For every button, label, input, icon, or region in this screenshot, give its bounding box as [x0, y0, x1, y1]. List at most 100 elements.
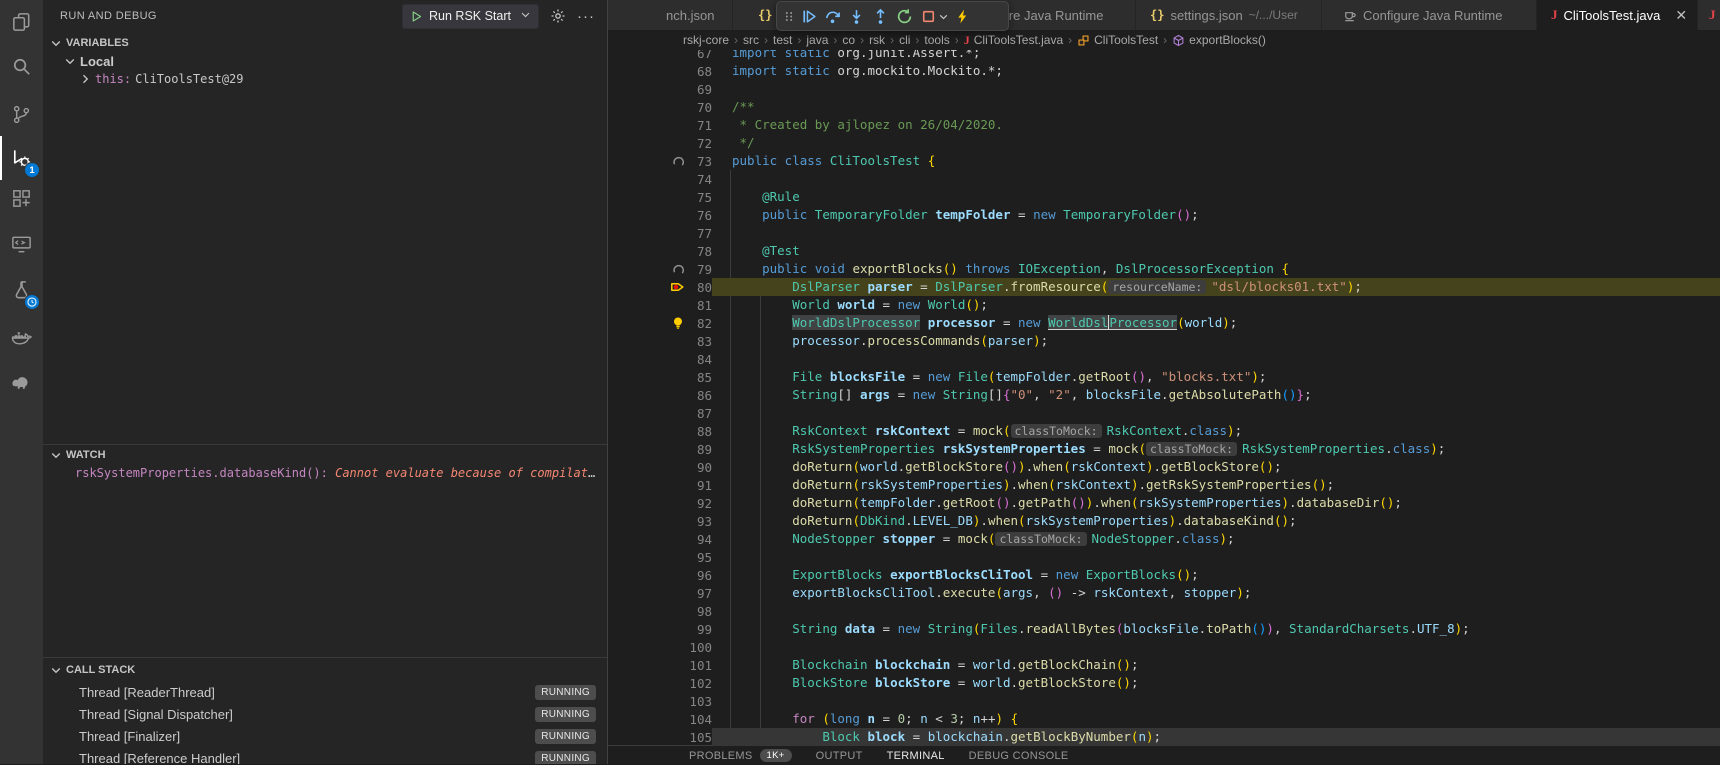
code-line[interactable]: 95 — [608, 548, 1720, 566]
breadcrumb-item[interactable]: JCliToolsTest.java — [964, 33, 1063, 48]
code-line[interactable]: 84 — [608, 350, 1720, 368]
code-line[interactable]: 85 File blocksFile = new File(tempFolder… — [608, 368, 1720, 386]
lightbulb-icon[interactable] — [608, 315, 686, 331]
editor-tab-settings-json[interactable]: {}settings.json~/.../User — [1136, 0, 1322, 30]
stop-dropdown-icon[interactable] — [937, 4, 950, 28]
step-out-button-icon[interactable] — [869, 4, 892, 28]
line-number[interactable]: 70 — [686, 100, 712, 115]
breadcrumb-item[interactable]: java — [806, 33, 828, 47]
code-line[interactable]: 91 doReturn(rskSystemProperties).when(rs… — [608, 476, 1720, 494]
breadcrumb-item[interactable]: CliToolsTest — [1077, 33, 1158, 47]
call-stack-thread-row[interactable]: Thread [Reference Handler]RUNNING — [43, 747, 607, 764]
line-number[interactable]: 73 — [686, 154, 712, 169]
explorer-icon[interactable] — [0, 0, 43, 44]
code-line[interactable]: 78 @Test — [608, 242, 1720, 260]
code-line[interactable]: 79 public void exportBlocks() throws IOE… — [608, 260, 1720, 278]
variables-scope-local[interactable]: Local — [43, 52, 607, 70]
breadcrumb-item[interactable]: co — [842, 33, 855, 47]
code-line[interactable]: 97 exportBlocksCliTool.execute(args, () … — [608, 584, 1720, 602]
line-number[interactable]: 96 — [686, 568, 712, 583]
run-config-button[interactable]: Run RSK Start — [402, 4, 539, 29]
line-number[interactable]: 90 — [686, 460, 712, 475]
line-number[interactable]: 84 — [686, 352, 712, 367]
remote-explorer-icon[interactable] — [0, 222, 43, 266]
line-number[interactable]: 77 — [686, 226, 712, 241]
code-line[interactable]: 100 — [608, 638, 1720, 656]
line-number[interactable]: 100 — [686, 640, 712, 655]
breadcrumb-item[interactable]: src — [743, 33, 759, 47]
line-number[interactable]: 98 — [686, 604, 712, 619]
breadcrumb-item[interactable]: exportBlocks() — [1172, 33, 1266, 47]
chevron-down-icon[interactable] — [520, 9, 531, 23]
code-line[interactable]: 81 World world = new World(); — [608, 296, 1720, 314]
line-number[interactable]: 82 — [686, 316, 712, 331]
panel-tab-output[interactable]: OUTPUT — [816, 746, 863, 765]
breadcrumb-item[interactable]: cli — [899, 33, 910, 47]
editor-tab-configure-java-runtime[interactable]: Configure Java Runtime — [1322, 0, 1537, 30]
code-line[interactable]: 70/** — [608, 98, 1720, 116]
call-stack-thread-row[interactable]: Thread [Signal Dispatcher]RUNNING — [43, 703, 607, 725]
code-line[interactable]: 76 public TemporaryFolder tempFolder = n… — [608, 206, 1720, 224]
hot-code-replace-button-icon[interactable] — [951, 4, 974, 28]
line-number[interactable]: 103 — [686, 694, 712, 709]
testing-icon[interactable] — [0, 268, 43, 312]
code-line[interactable]: 103 — [608, 692, 1720, 710]
code-line[interactable]: 83 processor.processCommands(parser); — [608, 332, 1720, 350]
code-line[interactable]: 102 BlockStore blockStore = world.getBlo… — [608, 674, 1720, 692]
variables-header[interactable]: VARIABLES — [43, 33, 607, 52]
code-line[interactable]: 74 — [608, 170, 1720, 188]
line-number[interactable]: 102 — [686, 676, 712, 691]
panel-tab-terminal[interactable]: TERMINAL — [887, 746, 945, 765]
line-number[interactable]: 71 — [686, 118, 712, 133]
line-number[interactable]: 97 — [686, 586, 712, 601]
line-number[interactable]: 88 — [686, 424, 712, 439]
line-number[interactable]: 76 — [686, 208, 712, 223]
breadcrumb-item[interactable]: rsk — [869, 33, 885, 47]
watch-expression-row[interactable]: rskSystemProperties.databaseKind(): Cann… — [43, 464, 607, 482]
code-line[interactable]: 96 ExportBlocks exportBlocksCliTool = ne… — [608, 566, 1720, 584]
gradle-icon[interactable] — [0, 360, 43, 404]
call-stack-thread-row[interactable]: Thread [Finalizer]RUNNING — [43, 725, 607, 747]
restart-button-icon[interactable] — [893, 4, 916, 28]
line-number[interactable]: 105 — [686, 730, 712, 745]
line-number[interactable]: 87 — [686, 406, 712, 421]
code-line[interactable]: 101 Blockchain blockchain = world.getBlo… — [608, 656, 1720, 674]
code-line[interactable]: 75 @Rule — [608, 188, 1720, 206]
code-line[interactable]: 104 for (long n = 0; n < 3; n++) { — [608, 710, 1720, 728]
code-line[interactable]: 69 — [608, 80, 1720, 98]
line-number[interactable]: 81 — [686, 298, 712, 313]
line-number[interactable]: 91 — [686, 478, 712, 493]
editor-tab-clitoolstest-java[interactable]: JCliToolsTest.java✕ — [1537, 0, 1698, 30]
line-number[interactable]: 86 — [686, 388, 712, 403]
code-line[interactable]: 89 RskSystemProperties rskSystemProperti… — [608, 440, 1720, 458]
panel-tab-debug-console[interactable]: DEBUG CONSOLE — [969, 746, 1069, 765]
code-line[interactable]: 99 String data = new String(Files.readAl… — [608, 620, 1720, 638]
line-number[interactable]: 83 — [686, 334, 712, 349]
source-control-icon[interactable] — [0, 92, 43, 136]
code-line[interactable]: 71 * Created by ajlopez on 26/04/2020. — [608, 116, 1720, 134]
line-number[interactable]: 94 — [686, 532, 712, 547]
docker-icon[interactable] — [0, 316, 43, 360]
code-line[interactable]: 73public class CliToolsTest { — [608, 152, 1720, 170]
gutter-curved-arrow-icon[interactable] — [608, 153, 686, 169]
line-number[interactable]: 85 — [686, 370, 712, 385]
line-number[interactable]: 69 — [686, 82, 712, 97]
gutter-curved-arrow-icon[interactable] — [608, 261, 686, 277]
panel-tab-problems[interactable]: PROBLEMS1K+ — [689, 746, 792, 765]
search-icon[interactable] — [0, 44, 43, 88]
line-number[interactable]: 104 — [686, 712, 712, 727]
code-line[interactable]: 80 DslParser parser = DslParser.fromReso… — [608, 278, 1720, 296]
breadcrumb-item[interactable]: test — [773, 33, 792, 47]
step-into-button-icon[interactable] — [845, 4, 868, 28]
line-number[interactable]: 101 — [686, 658, 712, 673]
close-icon[interactable]: ✕ — [1675, 8, 1687, 22]
code-line[interactable]: 72 */ — [608, 134, 1720, 152]
line-number[interactable]: 74 — [686, 172, 712, 187]
call-stack-thread-row[interactable]: Thread [ReaderThread]RUNNING — [43, 681, 607, 703]
code-line[interactable]: 87 — [608, 404, 1720, 422]
call-stack-header[interactable]: CALL STACK — [43, 658, 607, 681]
line-number[interactable]: 72 — [686, 136, 712, 151]
variable-this-row[interactable]: this: CliToolsTest@29 — [43, 70, 607, 88]
breadcrumb-item[interactable]: rskj-core — [683, 33, 729, 47]
line-number[interactable]: 95 — [686, 550, 712, 565]
